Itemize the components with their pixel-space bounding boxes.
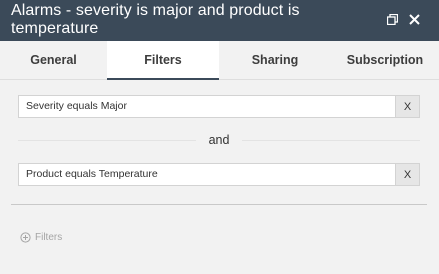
filter-row-product[interactable]: Product equals Temperature X xyxy=(18,163,420,186)
remove-filter-button[interactable]: X xyxy=(395,164,419,185)
restore-button[interactable] xyxy=(383,10,401,28)
tab-subscription[interactable]: Subscription xyxy=(331,41,439,79)
window-title: Alarms - severity is major and product i… xyxy=(11,2,300,37)
close-button[interactable] xyxy=(405,10,423,28)
add-circle-icon xyxy=(20,231,31,243)
filter-row-severity[interactable]: Severity equals Major X xyxy=(18,95,420,118)
window-titlebar: Alarms - severity is major and product i… xyxy=(0,0,439,41)
filter-text: Product equals Temperature xyxy=(26,168,158,180)
tab-bar: General Filters Sharing Subscription xyxy=(0,41,439,80)
separator-line-left xyxy=(18,140,196,141)
remove-filter-button[interactable]: X xyxy=(395,96,419,117)
separator-line-right xyxy=(242,140,420,141)
filter-text: Severity equals Major xyxy=(26,100,127,112)
close-icon xyxy=(408,13,420,25)
and-separator: and xyxy=(18,132,420,148)
section-divider xyxy=(11,204,427,205)
tab-sharing[interactable]: Sharing xyxy=(219,41,331,79)
tab-general[interactable]: General xyxy=(0,41,107,79)
restore-window-icon xyxy=(386,13,398,25)
add-filter-label: Filters xyxy=(35,231,63,243)
and-label: and xyxy=(208,133,230,147)
add-filter-button[interactable]: Filters xyxy=(20,230,62,244)
tab-filters[interactable]: Filters xyxy=(107,41,219,80)
